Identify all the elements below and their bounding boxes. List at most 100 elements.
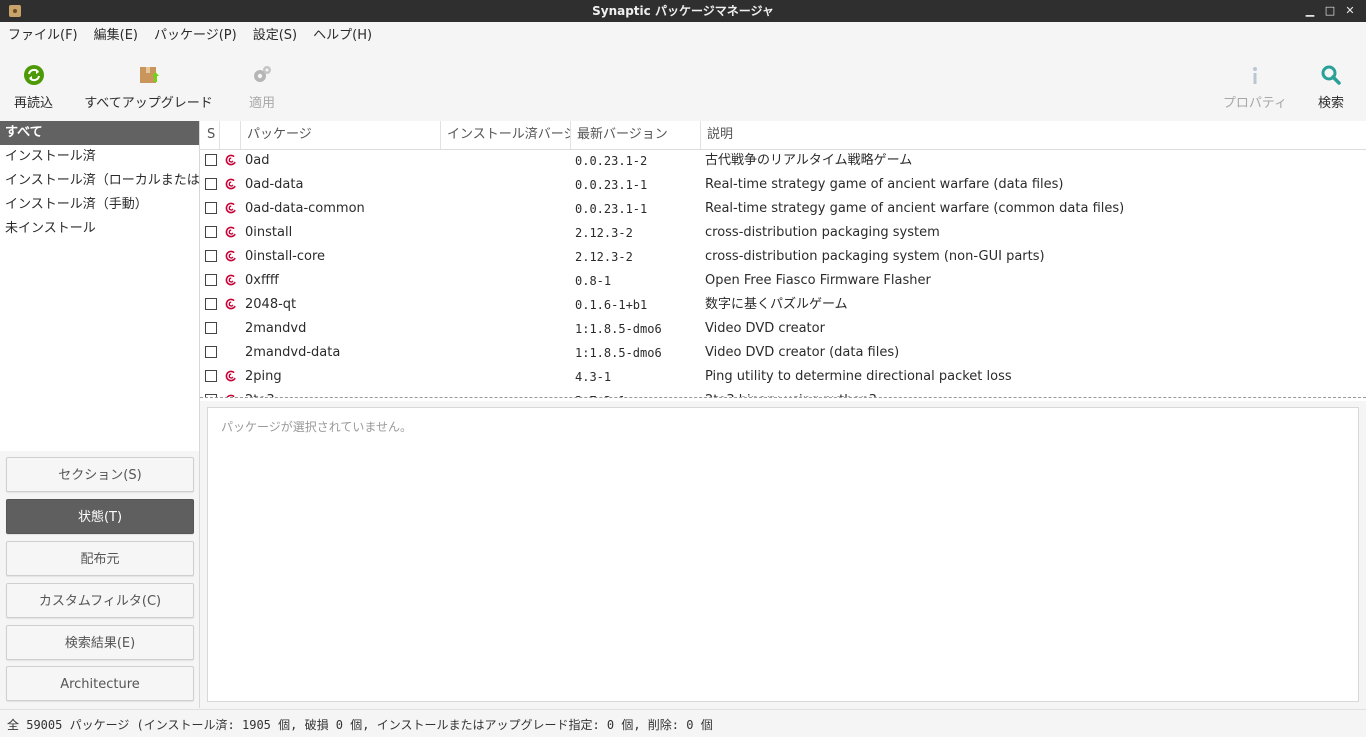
status-text: 全 59005 パッケージ (インストール済: 1905 個, 破損 0 個, …	[7, 718, 713, 732]
debian-swirl-icon	[224, 297, 238, 311]
table-row[interactable]: 0ad 0.0.23.1-2 古代戦争のリアルタイム戦略ゲーム	[200, 149, 1366, 173]
filter-item-installed[interactable]: インストール済	[0, 145, 199, 169]
install-checkbox[interactable]	[205, 154, 217, 166]
latest-version: 3.7.3-1	[575, 389, 700, 397]
filter-group-buttons: セクション(S) 状態(T) 配布元 カスタムフィルタ(C) 検索結果(E) A…	[0, 451, 199, 708]
menu-settings[interactable]: 設定(S)	[245, 22, 305, 50]
latest-version: 0.1.6-1+b1	[575, 298, 648, 312]
latest-version: 2.12.3-2	[575, 226, 633, 240]
package-name: 0install	[245, 225, 293, 240]
package-description: 2to3 binary using python3	[705, 389, 1355, 397]
status-button[interactable]: 状態(T)	[6, 499, 194, 534]
package-list-header: S パッケージ インストール済バージ 最新バージョン 説明	[200, 121, 1366, 150]
menu-package[interactable]: パッケージ(P)	[146, 22, 245, 50]
debian-swirl-icon	[224, 369, 238, 383]
properties-button[interactable]: プロパティ	[1218, 50, 1292, 120]
package-description: cross-distribution packaging system (non…	[705, 249, 1045, 264]
apply-button[interactable]: 適用	[240, 50, 284, 120]
package-description: Open Free Fiasco Firmware Flasher	[705, 273, 931, 288]
install-checkbox[interactable]	[205, 274, 217, 286]
info-icon	[1253, 67, 1257, 84]
filter-item-not-installed[interactable]: 未インストール	[0, 217, 199, 241]
filter-list: すべて インストール済 インストール済（ローカルまたは インストール済（手動） …	[0, 121, 199, 241]
install-checkbox[interactable]	[205, 202, 217, 214]
package-name: 0install-core	[245, 249, 326, 264]
apply-label: 適用	[248, 96, 275, 111]
column-header-installed-version[interactable]: インストール済バージ	[441, 121, 571, 149]
title-bar: Synaptic パッケージマネージャ ▁ □ ✕	[0, 0, 1366, 22]
gears-icon	[254, 66, 271, 82]
sidebar: すべて インストール済 インストール済（ローカルまたは インストール済（手動） …	[0, 121, 200, 708]
menu-bar: ファイル(F) 編集(E) パッケージ(P) 設定(S) ヘルプ(H)	[0, 22, 1366, 50]
menu-help[interactable]: ヘルプ(H)	[305, 22, 380, 50]
architecture-button[interactable]: Architecture	[6, 666, 194, 701]
package-name: 0xffff	[245, 273, 279, 288]
package-name: 0ad	[245, 153, 270, 168]
minimize-button[interactable]: ▁	[1300, 0, 1320, 22]
package-name: 2mandvd-data	[245, 345, 341, 360]
table-row[interactable]: 0xffff 0.8-1 Open Free Fiasco Firmware Fla…	[200, 269, 1366, 293]
table-row[interactable]: 2to3 3.7.3-1 2to3 binary using python3	[200, 389, 1366, 397]
upgrade-all-button[interactable]: すべてアップグレード	[80, 50, 217, 120]
package-list: S パッケージ インストール済バージ 最新バージョン 説明 0ad 0.0.23.…	[200, 121, 1366, 401]
package-description: 古代戦争のリアルタイム戦略ゲーム	[705, 153, 913, 168]
reload-label: 再読込	[13, 96, 53, 111]
column-header-status[interactable]: S	[200, 121, 220, 149]
install-checkbox[interactable]	[205, 370, 217, 382]
package-description: Video DVD creator	[705, 321, 825, 336]
package-description: Video DVD creator (data files)	[705, 345, 900, 360]
latest-version: 0.0.23.1-1	[575, 202, 648, 216]
filter-item-installed-manual[interactable]: インストール済（手動）	[0, 193, 199, 217]
install-checkbox[interactable]	[205, 250, 217, 262]
table-row[interactable]: 2ping 4.3-1 Ping utility to determine dire…	[200, 365, 1366, 389]
reload-button[interactable]: 再読込	[6, 50, 61, 120]
custom-filter-button[interactable]: カスタムフィルタ(C)	[6, 583, 194, 618]
package-description: Real-time strategy game of ancient warfa…	[705, 201, 1125, 216]
latest-version: 1:1.8.5-dmo6	[575, 346, 662, 360]
debian-swirl-icon	[224, 177, 238, 191]
search-results-button[interactable]: 検索結果(E)	[6, 625, 194, 660]
filter-item-installed-local[interactable]: インストール済（ローカルまたは	[0, 169, 199, 193]
menu-edit[interactable]: 編集(E)	[86, 22, 146, 50]
package-name: 2048-qt	[245, 297, 297, 312]
install-checkbox[interactable]	[205, 226, 217, 238]
table-row[interactable]: 2mandvd-data 1:1.8.5-dmo6 Video DVD creato…	[200, 341, 1366, 365]
install-checkbox[interactable]	[205, 346, 217, 358]
column-header-latest-version[interactable]: 最新バージョン	[571, 121, 701, 149]
properties-label: プロパティ	[1222, 96, 1288, 111]
package-upgrade-icon	[139, 67, 159, 83]
table-row[interactable]: 0ad-data-common 0.0.23.1-1 Real-time strat…	[200, 197, 1366, 221]
package-description: Ping utility to determine directional pa…	[705, 369, 1012, 384]
search-icon	[1321, 65, 1341, 85]
sections-button[interactable]: セクション(S)	[6, 457, 194, 492]
install-checkbox[interactable]	[205, 298, 217, 310]
table-row[interactable]: 2mandvd 1:1.8.5-dmo6 Video DVD creator	[200, 317, 1366, 341]
pane-divider[interactable]	[200, 397, 1366, 398]
close-button[interactable]: ✕	[1340, 0, 1360, 22]
column-header-description[interactable]: 説明	[701, 121, 1366, 149]
install-checkbox[interactable]	[205, 178, 217, 190]
column-header-package[interactable]: パッケージ	[241, 121, 441, 149]
table-row[interactable]: 0install-core 2.12.3-2 cross-distribution …	[200, 245, 1366, 269]
debian-swirl-icon	[224, 153, 238, 167]
status-bar: 全 59005 パッケージ (インストール済: 1905 個, 破損 0 個, …	[0, 709, 1366, 737]
search-label: 検索	[1317, 96, 1344, 111]
menu-file[interactable]: ファイル(F)	[0, 22, 86, 50]
package-name: 0ad-data-common	[245, 201, 365, 216]
package-description: 数字に基くパズルゲーム	[705, 297, 848, 312]
table-row[interactable]: 0install 2.12.3-2 cross-distribution packa…	[200, 221, 1366, 245]
search-button[interactable]: 検索	[1310, 50, 1352, 120]
install-checkbox[interactable]	[205, 322, 217, 334]
latest-version: 2.12.3-2	[575, 250, 633, 264]
maximize-button[interactable]: □	[1320, 0, 1340, 22]
package-name: 0ad-data	[245, 177, 304, 192]
table-row[interactable]: 2048-qt 0.1.6-1+b1 数字に基くパズルゲーム	[200, 293, 1366, 317]
table-row[interactable]: 0ad-data 0.0.23.1-1 Real-time strategy gam…	[200, 173, 1366, 197]
origin-button[interactable]: 配布元	[6, 541, 194, 576]
column-header-support[interactable]	[220, 121, 241, 149]
debian-swirl-icon	[224, 225, 238, 239]
package-name: 2to3	[245, 389, 435, 397]
latest-version: 0.0.23.1-2	[575, 154, 648, 168]
filter-item-all[interactable]: すべて	[0, 121, 199, 145]
debian-swirl-icon	[224, 273, 238, 287]
